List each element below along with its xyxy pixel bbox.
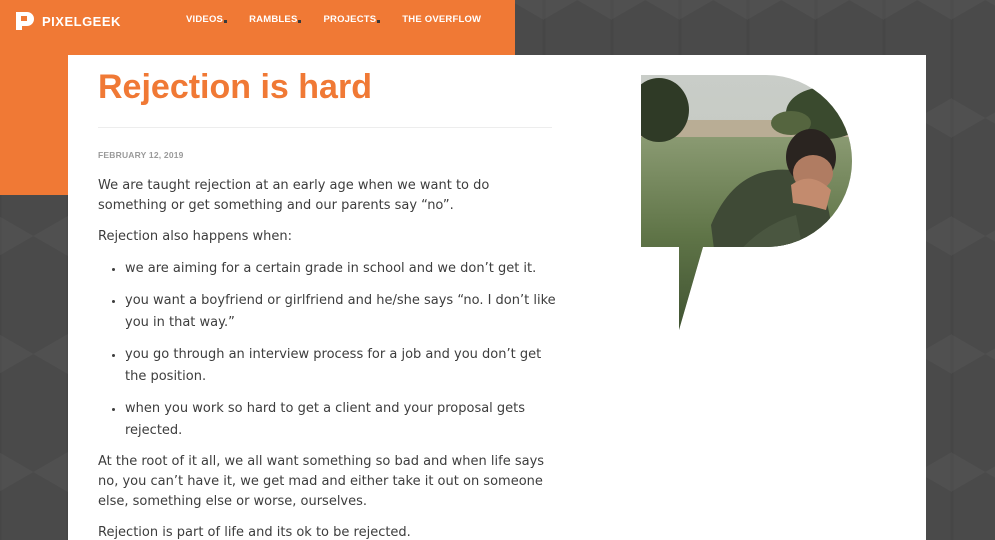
nav-item-rambles[interactable]: RAMBLES <box>249 14 302 25</box>
nav-item-label: VIDEOS <box>186 14 224 25</box>
post-paragraph: Rejection also happens when: <box>98 229 293 244</box>
nav-item-label: THE OVERFLOW <box>402 14 482 25</box>
post-paragraph: Rejection is part of life and its ok to … <box>98 525 411 540</box>
pixelgeek-logo-icon <box>16 12 34 30</box>
nav-item-label: PROJECTS <box>323 14 377 25</box>
list-item: we are aiming for a certain grade in sch… <box>125 258 558 280</box>
brand-name: PIXELGEEK <box>42 13 121 29</box>
main-nav: VIDEOS RAMBLES PROJECTS THE OVERFLOW <box>186 14 503 25</box>
post-date: FEBRUARY 12, 2019 <box>98 150 184 160</box>
dropdown-indicator-icon <box>298 20 302 23</box>
dropdown-indicator-icon <box>224 20 228 23</box>
dropdown-indicator-icon <box>377 20 381 23</box>
nav-item-label: RAMBLES <box>249 14 298 25</box>
list-item: you go through an interview process for … <box>125 344 558 388</box>
site-logo[interactable]: PIXELGEEK <box>14 10 121 32</box>
featured-image <box>641 75 861 330</box>
nav-item-projects[interactable]: PROJECTS <box>323 14 381 25</box>
post-body: We are taught rejection at an early age … <box>98 176 558 540</box>
post-card: Rejection is hard FEBRUARY 12, 2019 We a… <box>68 55 926 540</box>
pixelgeek-p-shape-photo-icon <box>641 75 852 330</box>
post-paragraph: We are taught rejection at an early age … <box>98 178 490 213</box>
post-title: Rejection is hard <box>98 68 372 106</box>
nav-item-videos[interactable]: VIDEOS <box>186 14 228 25</box>
list-item: you want a boyfriend or girlfriend and h… <box>125 290 558 334</box>
title-divider <box>98 127 552 128</box>
list-item: when you work so hard to get a client an… <box>125 398 558 442</box>
nav-item-the-overflow[interactable]: THE OVERFLOW <box>402 14 481 25</box>
site-header: PIXELGEEK VIDEOS RAMBLES PROJECTS THE OV… <box>0 0 515 44</box>
post-paragraph: At the root of it all, we all want somet… <box>98 454 545 509</box>
post-bullet-list: we are aiming for a certain grade in sch… <box>98 258 558 442</box>
